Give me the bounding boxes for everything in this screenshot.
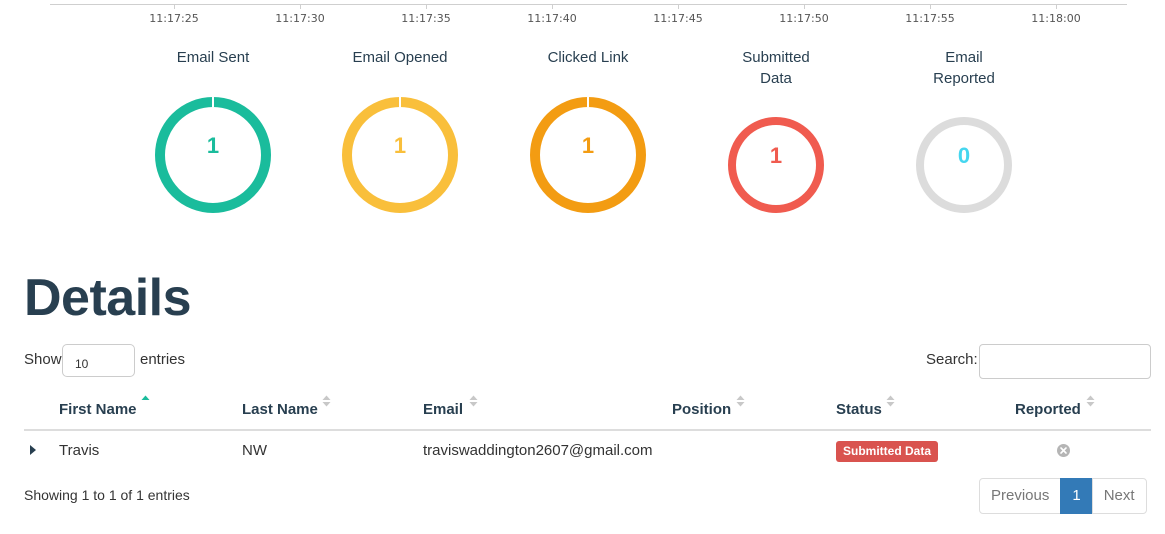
donut-value: 0	[957, 143, 971, 168]
page-button-current[interactable]: 1	[1060, 478, 1093, 514]
donut-value: 1	[581, 133, 595, 158]
circle-x-icon	[1057, 444, 1070, 457]
timeline-tick-label: 11:17:45	[653, 12, 703, 25]
timeline-tick-label: 11:17:35	[401, 12, 451, 25]
pagination: Previous 1 Next	[979, 478, 1147, 514]
sort-icon[interactable]	[469, 394, 478, 408]
next-page-button[interactable]: Next	[1091, 478, 1147, 514]
stat-clicked-link: Clicked Link	[493, 47, 683, 68]
stat-title: Clicked Link	[547, 49, 629, 66]
column-header-email[interactable]: Email	[423, 401, 463, 418]
timeline-tick-label: 11:17:40	[527, 12, 577, 25]
sort-ascending-icon[interactable]	[141, 394, 150, 408]
timeline-tick	[300, 4, 301, 9]
expand-row-icon[interactable]	[30, 445, 36, 455]
entries-label: entries	[140, 351, 186, 368]
column-header-first-name[interactable]: First Name	[59, 401, 137, 418]
timeline-tick-label: 11:17:55	[905, 12, 955, 25]
timeline-tick-label: 11:17:25	[149, 12, 199, 25]
stat-title: Email Reported	[933, 49, 995, 87]
column-header-reported[interactable]: Reported	[1015, 401, 1081, 418]
table-header-divider	[24, 429, 1151, 431]
timeline-tick-label: 11:18:00	[1031, 12, 1081, 25]
sort-icon[interactable]	[322, 394, 331, 408]
entries-length-select[interactable]: 10	[62, 344, 135, 377]
details-heading: Details	[24, 269, 192, 327]
timeline-axis	[50, 0, 1127, 5]
timeline-tick	[174, 4, 175, 9]
donut-value: 1	[769, 143, 783, 168]
cell-last-name: NW	[242, 442, 267, 459]
column-header-position[interactable]: Position	[672, 401, 731, 418]
donut-value: 1	[206, 133, 220, 158]
timeline-tick	[930, 4, 931, 9]
timeline-tick	[1056, 4, 1057, 9]
stat-title: Submitted Data	[742, 49, 810, 87]
column-header-last-name[interactable]: Last Name	[242, 401, 318, 418]
previous-page-button[interactable]: Previous	[979, 478, 1062, 514]
timeline-tick-label: 11:17:30	[275, 12, 325, 25]
cell-first-name: Travis	[59, 442, 100, 459]
timeline-tick-label: 11:17:50	[779, 12, 829, 25]
search-input[interactable]	[979, 344, 1151, 379]
stat-email-reported: Email Reported	[924, 47, 1004, 89]
column-header-status[interactable]: Status	[836, 401, 882, 418]
stat-submitted-data: Submitted Data	[736, 47, 816, 89]
cell-email: traviswaddington2607@gmail.com	[423, 442, 653, 459]
stat-email-opened: Email Opened	[305, 47, 495, 68]
sort-icon[interactable]	[1086, 394, 1095, 408]
stat-title: Email Sent	[176, 49, 250, 66]
timeline-tick	[552, 4, 553, 9]
timeline-tick	[678, 4, 679, 9]
sort-icon[interactable]	[736, 394, 745, 408]
sort-icon[interactable]	[886, 394, 895, 408]
stat-email-sent: Email Sent	[118, 47, 308, 68]
stat-title: Email Opened	[352, 49, 448, 66]
donut-value: 1	[393, 133, 407, 158]
status-badge: Submitted Data	[836, 441, 939, 462]
timeline-tick	[804, 4, 805, 9]
show-label: Show	[24, 351, 62, 368]
table-info: Showing 1 to 1 of 1 entries	[24, 487, 190, 503]
timeline-tick	[426, 4, 427, 9]
search-label: Search:	[926, 351, 978, 368]
